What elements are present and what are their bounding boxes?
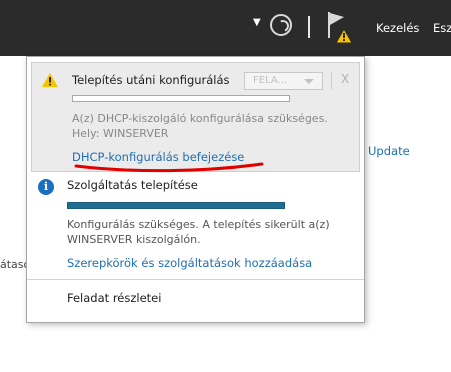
progress-bar xyxy=(67,202,285,209)
notification-title: Telepítés utáni konfigurálás xyxy=(72,73,230,87)
task-dropdown[interactable]: FELA... xyxy=(244,72,323,90)
red-annotation-underline xyxy=(74,162,264,173)
refresh-icon[interactable] xyxy=(270,14,292,36)
dropdown-caret-icon[interactable]: ▼ xyxy=(253,18,261,28)
notifications-popup: Telepítés utáni konfigurálás FELA... X A… xyxy=(26,56,365,323)
task-details-link[interactable]: Feladat részletei xyxy=(67,291,161,305)
notifications-flag-icon[interactable] xyxy=(326,12,352,44)
notification-post-deployment: Telepítés utáni konfigurálás FELA... X A… xyxy=(31,62,360,173)
notification-description: Konfigurálás szükséges. A telepítés sike… xyxy=(67,218,330,246)
progress-bar xyxy=(72,95,290,102)
chevron-down-icon xyxy=(304,79,314,84)
server-manager-toolbar: ▼ Kezelés Esz xyxy=(0,0,451,56)
notification-title: Szolgáltatás telepítése xyxy=(67,178,198,192)
close-divider xyxy=(331,72,332,90)
menu-manage[interactable]: Kezelés xyxy=(376,21,419,35)
info-icon: i xyxy=(38,179,54,195)
notification-description: A(z) DHCP-kiszolgáló konfigurálása szüks… xyxy=(72,112,328,140)
warning-icon xyxy=(42,73,58,87)
background-update-link[interactable]: Update xyxy=(368,144,410,158)
divider xyxy=(27,279,364,280)
toolbar-divider xyxy=(308,16,310,38)
add-roles-and-features-link[interactable]: Szerepkörök és szolgáltatások hozzáadása xyxy=(67,256,312,270)
menu-tools[interactable]: Esz xyxy=(433,21,451,35)
close-notification-button[interactable]: X xyxy=(341,72,349,86)
task-dropdown-value: FELA... xyxy=(253,75,288,86)
